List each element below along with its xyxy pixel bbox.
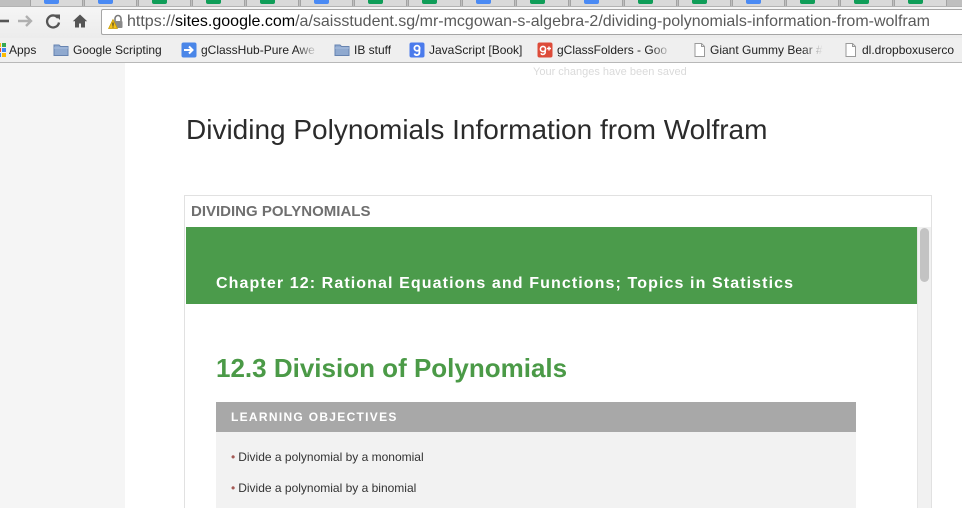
google-plus-icon xyxy=(537,42,553,58)
objective-text: Divide a polynomial by a binomial xyxy=(238,481,417,495)
tab-favicon-icon xyxy=(854,0,869,4)
url-text[interactable]: https://sites.google.com/a/saisstudent.s… xyxy=(127,10,962,34)
scrollbar-thumb[interactable] xyxy=(920,228,929,282)
iframe-scrollbar[interactable] xyxy=(917,227,931,508)
page-icon xyxy=(694,43,705,57)
tab-favicon-icon xyxy=(584,0,599,4)
url-scheme: https:// xyxy=(127,13,176,30)
bookmark-label: Apps xyxy=(9,43,37,57)
save-status-message: Your changes have been saved xyxy=(533,66,687,78)
tab-favicon-icon xyxy=(638,0,653,4)
bookmark-gclassfolders[interactable]: gClassFolders - Goo xyxy=(537,38,673,62)
bookmark-label: dl.dropboxuserco xyxy=(862,43,955,57)
tab-favicon-icon xyxy=(746,0,761,4)
learning-objectives-header: LEARNING OBJECTIVES xyxy=(216,402,856,432)
bookmark-label: JavaScript [Book] xyxy=(429,43,523,57)
bookmarks-bar: Apps Google Scripting gClassHub-Pure Awe… xyxy=(0,38,962,63)
script-arrow-icon xyxy=(181,42,197,58)
tab-favicon-icon xyxy=(98,0,113,4)
bullet: • xyxy=(231,481,236,495)
bookmark-gclasshub[interactable]: gClassHub-Pure Awe xyxy=(181,38,319,62)
iframe-document: Chapter 12: Rational Equations and Funct… xyxy=(186,227,917,508)
section-heading: 12.3 Division of Polynomials xyxy=(216,353,568,383)
tab-favicon-icon xyxy=(530,0,545,4)
chapter-title: Chapter 12: Rational Equations and Funct… xyxy=(216,275,795,292)
url-host: sites.google.com xyxy=(175,13,296,30)
tab-favicon-icon xyxy=(260,0,275,4)
tab-favicon-icon xyxy=(422,0,437,4)
https-warning-lock-icon[interactable] xyxy=(108,13,124,30)
bookmark-label: IB stuff xyxy=(354,43,392,57)
tab-favicon-icon xyxy=(800,0,815,4)
google-icon xyxy=(409,42,425,58)
back-button[interactable] xyxy=(0,14,11,28)
bookmark-apps[interactable]: Apps xyxy=(0,38,40,62)
chapter-banner: Chapter 12: Rational Equations and Funct… xyxy=(186,227,917,304)
tab-favicon-icon xyxy=(908,0,923,4)
bookmark-dropbox-link[interactable]: dl.dropboxuserco xyxy=(843,38,962,62)
objective-text: Divide a polynomial by a monomial xyxy=(238,450,424,464)
tab-favicon-icon xyxy=(206,0,221,4)
home-icon xyxy=(72,14,88,28)
folder-icon xyxy=(53,44,69,56)
page-content: Your changes have been saved Dividing Po… xyxy=(0,63,962,508)
home-button[interactable] xyxy=(72,13,88,29)
reload-icon xyxy=(45,14,61,29)
bookmark-folder-ib-stuff[interactable]: IB stuff xyxy=(334,38,396,62)
tab-favicon-icon xyxy=(368,0,383,4)
address-bar[interactable]: https://sites.google.com/a/saisstudent.s… xyxy=(101,9,962,35)
objectives-list: • Divide a polynomial by a monomial • Divi… xyxy=(216,432,856,508)
embedded-gadget: DIVIDING POLYNOMIALS Chapter 12: Rationa… xyxy=(184,195,932,508)
learning-objectives-box: • Divide a polynomial by a monomial • Divi… xyxy=(216,432,856,508)
forward-button[interactable] xyxy=(16,14,34,28)
bookmark-label: Google Scripting xyxy=(73,43,162,57)
tab-favicon-icon xyxy=(476,0,491,4)
forward-arrow-icon xyxy=(18,15,33,27)
back-arrow-icon xyxy=(0,19,9,23)
reload-button[interactable] xyxy=(45,13,61,29)
list-item: • Divide a polynomial by a monomial xyxy=(231,447,856,478)
tab-favicon-icon xyxy=(692,0,707,4)
list-item: • Divide a polynomial by a binomial xyxy=(231,478,856,508)
url-path: /a/saisstudent.sg/mr-mcgowan-s-algebra-2… xyxy=(295,13,930,30)
bookmark-label: Giant Gummy Bear # xyxy=(710,43,823,57)
apps-grid-icon xyxy=(0,43,6,57)
bullet: • xyxy=(231,450,236,464)
bookmark-folder-google-scripting[interactable]: Google Scripting xyxy=(53,38,168,62)
bookmark-label: gClassFolders - Goo xyxy=(557,43,668,57)
bookmark-javascript-book[interactable]: JavaScript [Book] xyxy=(409,38,524,62)
tab-favicon-icon xyxy=(152,0,167,4)
page-icon xyxy=(845,43,856,57)
tab-favicon-icon xyxy=(44,0,59,4)
gadget-iframe[interactable]: Chapter 12: Rational Equations and Funct… xyxy=(186,227,931,508)
page-title: Dividing Polynomials Information from Wo… xyxy=(186,114,768,145)
left-sidebar xyxy=(0,63,125,508)
tab-favicon-icon xyxy=(314,0,329,4)
folder-icon xyxy=(334,44,350,56)
bookmark-label: gClassHub-Pure Awe xyxy=(201,43,315,57)
browser-toolbar: https://sites.google.com/a/saisstudent.s… xyxy=(0,6,962,38)
bookmark-giant-gummy-bear[interactable]: Giant Gummy Bear # xyxy=(692,38,824,62)
gadget-title: DIVIDING POLYNOMIALS xyxy=(191,203,371,220)
